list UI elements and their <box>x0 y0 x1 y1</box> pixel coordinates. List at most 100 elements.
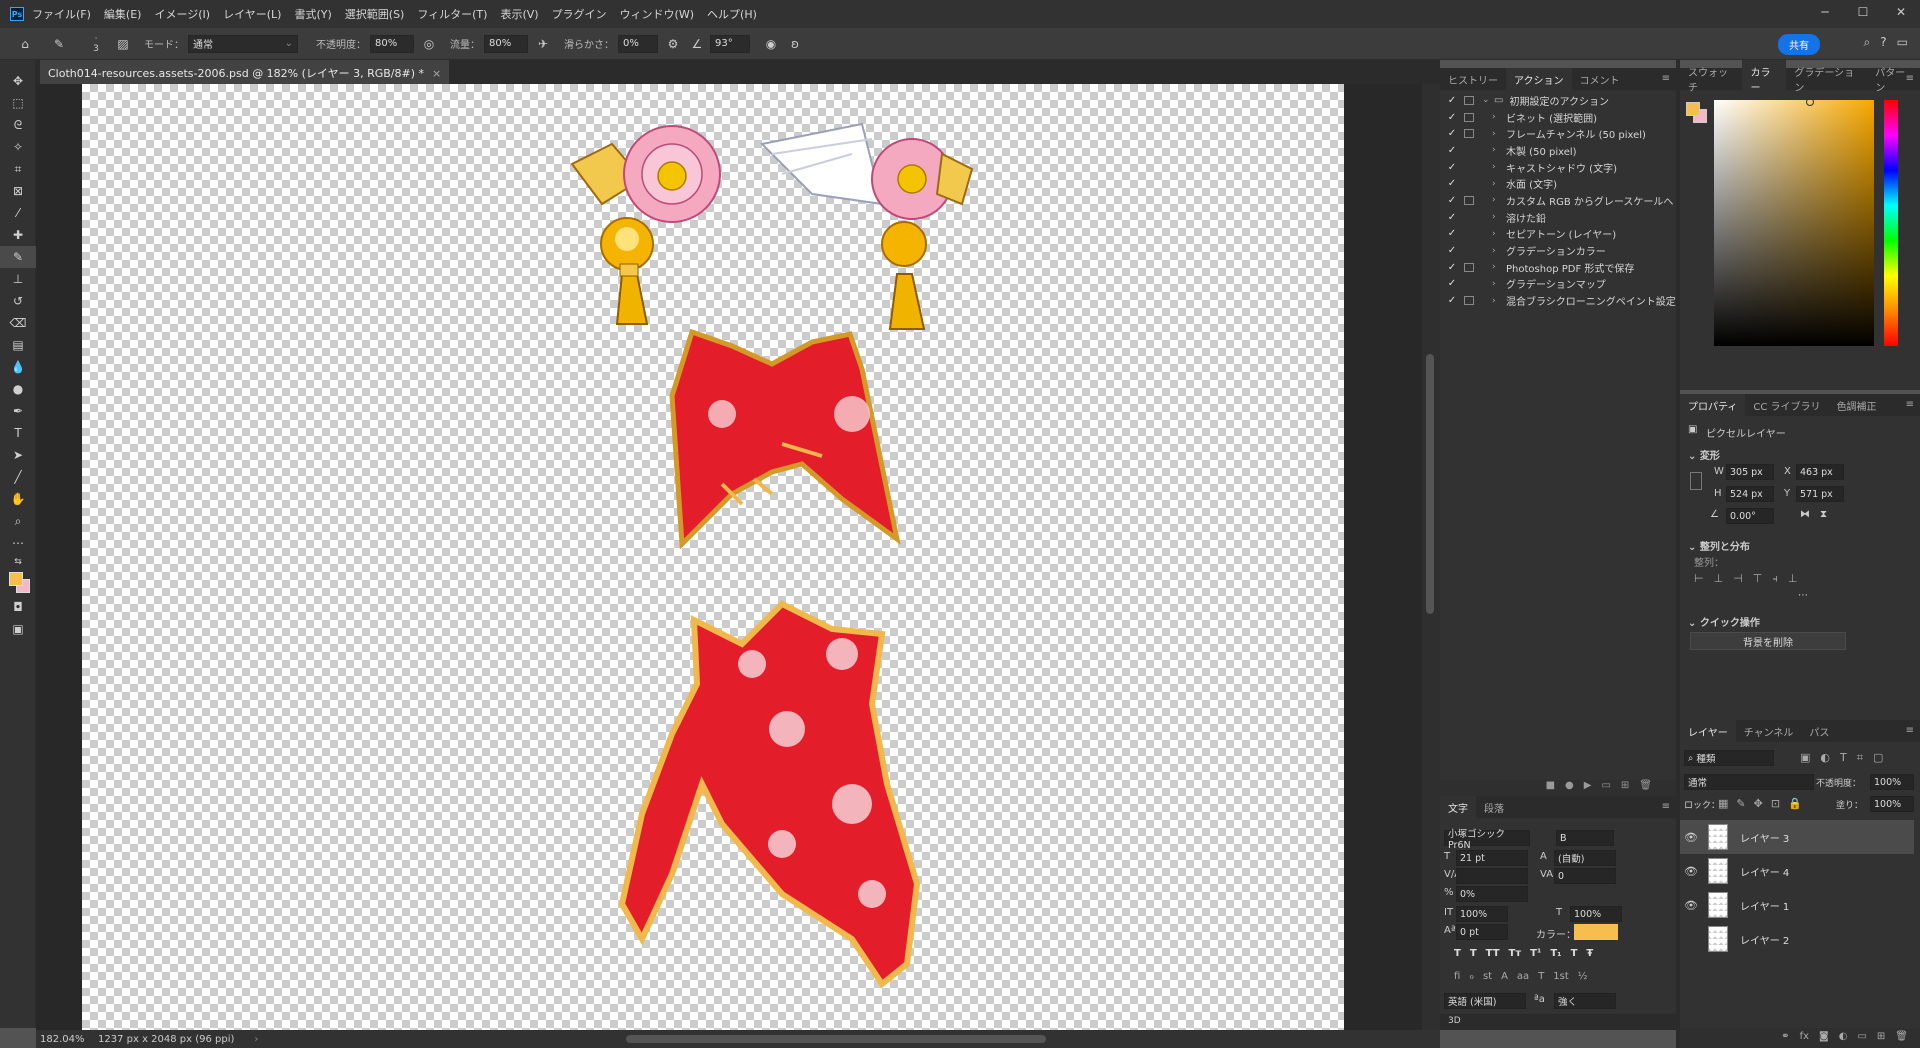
text-color-swatch[interactable] <box>1574 924 1618 940</box>
quick-actions-section-title[interactable]: ⌄ クイック操作 <box>1688 614 1760 629</box>
check-icon[interactable]: ✓ <box>1446 295 1458 306</box>
search-icon[interactable]: ⌕ <box>1864 35 1871 50</box>
layer-thumbnail[interactable] <box>1708 824 1728 850</box>
airbrush-icon[interactable]: ✈ <box>534 35 552 53</box>
dialog-toggle-icon[interactable] <box>1464 213 1474 222</box>
menu-item[interactable]: レイヤー(L) <box>223 6 281 22</box>
chevron-down-icon[interactable]: ⌄ <box>1482 95 1492 105</box>
status-arrow-icon[interactable]: › <box>254 1034 258 1045</box>
zoom-level[interactable]: 182.04% <box>40 1034 85 1045</box>
filter-smart-icon[interactable]: ▢ <box>1873 751 1883 765</box>
kerning-field[interactable] <box>1456 868 1528 884</box>
glyph-style-button[interactable]: T¹ <box>1530 948 1541 959</box>
layer-opacity-field[interactable]: 100% <box>1870 774 1914 790</box>
screen-mode-icon[interactable]: ▣ <box>0 618 36 640</box>
tab-swatches[interactable]: スウォッチ <box>1680 60 1742 98</box>
remove-background-button[interactable]: 背景を削除 <box>1690 632 1846 650</box>
type-icon[interactable]: T <box>0 422 36 444</box>
tab-actions[interactable]: アクション <box>1506 67 1572 91</box>
horizontal-scroll-thumb[interactable] <box>626 1035 1046 1043</box>
help-icon[interactable]: ? <box>1880 35 1886 50</box>
chevron-right-icon[interactable]: › <box>1492 145 1502 155</box>
baseline-shift-field[interactable]: 0 pt <box>1456 924 1508 940</box>
vertical-scale-field[interactable]: 100% <box>1456 906 1508 922</box>
symmetry-icon[interactable]: ʚ <box>786 35 804 53</box>
check-icon[interactable]: ✓ <box>1446 278 1458 289</box>
brush-angle-field[interactable]: 93° <box>710 34 750 53</box>
tab-color[interactable]: カラー <box>1742 60 1787 98</box>
history-brush-icon[interactable]: ↺ <box>0 290 36 312</box>
opentype-feature-button[interactable]: fi <box>1454 971 1460 982</box>
chevron-right-icon[interactable]: › <box>1492 262 1502 272</box>
lock-paint-icon[interactable]: ✎ <box>1736 797 1745 810</box>
check-icon[interactable]: ✓ <box>1446 228 1458 239</box>
opentype-feature-button[interactable]: 1st <box>1553 971 1569 982</box>
record-icon[interactable]: ● <box>1565 780 1574 796</box>
close-tab-icon[interactable]: × <box>432 67 441 80</box>
layer-thumbnail[interactable] <box>1708 858 1728 884</box>
rotation-field[interactable]: 0.00° <box>1726 508 1774 524</box>
menu-item[interactable]: 書式(Y) <box>294 6 331 22</box>
dialog-toggle-icon[interactable] <box>1464 146 1474 155</box>
menu-item[interactable]: 編集(E) <box>104 6 142 22</box>
dialog-toggle-icon[interactable] <box>1464 129 1474 139</box>
lock-artboard-icon[interactable]: ⊡ <box>1771 797 1780 810</box>
menu-item[interactable]: イメージ(I) <box>154 6 210 22</box>
panel-menu-icon[interactable]: ≡ <box>1662 73 1670 84</box>
chevron-right-icon[interactable]: › <box>1492 129 1502 139</box>
transform-section-title[interactable]: ⌄ 変形 <box>1688 447 1720 462</box>
lasso-icon[interactable]: ᘓ <box>0 114 36 136</box>
color-swatches[interactable] <box>0 570 36 596</box>
foreground-color-swatch[interactable] <box>9 572 23 586</box>
layer-row[interactable]: 👁 レイヤー 4 <box>1680 854 1914 888</box>
close-icon[interactable]: ✕ <box>1882 0 1920 24</box>
glyph-style-button[interactable]: Ŧ <box>1586 948 1593 959</box>
filter-adjustment-icon[interactable]: ◐ <box>1820 751 1830 765</box>
chevron-right-icon[interactable]: › <box>1492 212 1502 222</box>
layer-thumbnail[interactable] <box>1708 892 1728 918</box>
align-section-title[interactable]: ⌄ 整列と分布 <box>1688 538 1750 553</box>
action-item[interactable]: ✓ › カスタム RGB からグレースケールへ <box>1440 192 1676 209</box>
home-icon[interactable]: ⌂ <box>16 35 34 53</box>
menu-item[interactable]: プラグイン <box>552 6 607 22</box>
tab-paths[interactable]: パス <box>1801 720 1837 743</box>
stop-icon[interactable]: ■ <box>1546 780 1555 796</box>
panel-menu-icon[interactable]: ≡ <box>1906 73 1914 84</box>
opentype-feature-button[interactable]: ℴ <box>1469 971 1474 982</box>
hand-icon[interactable]: ✋ <box>0 488 36 510</box>
smoothing-field[interactable]: 0% <box>618 34 658 53</box>
layer-name[interactable]: レイヤー 1 <box>1740 898 1789 913</box>
hue-slider[interactable] <box>1884 100 1898 346</box>
dodge-icon[interactable]: ● <box>0 378 36 400</box>
glyph-style-button[interactable]: T <box>1571 948 1578 959</box>
panel-menu-icon[interactable]: ≡ <box>1662 801 1670 812</box>
vertical-scroll-thumb[interactable] <box>1426 354 1434 614</box>
brush-tool-icon[interactable]: ✎ <box>0 246 36 268</box>
marquee-icon[interactable]: ⬚ <box>0 92 36 114</box>
flip-vertical-icon[interactable]: ⧗ <box>1820 509 1827 520</box>
menu-item[interactable]: ファイル(F) <box>32 6 91 22</box>
chevron-right-icon[interactable]: › <box>1492 162 1502 172</box>
action-item[interactable]: ✓ › 木製 (50 pixel) <box>1440 142 1676 159</box>
panel-menu-icon[interactable]: ≡ <box>1906 399 1914 410</box>
group-icon[interactable]: ▭ <box>1857 1031 1866 1048</box>
menu-item[interactable]: 表示(V) <box>500 6 538 22</box>
opentype-feature-button[interactable]: T <box>1538 971 1544 982</box>
glyph-style-button[interactable]: TT <box>1486 948 1500 959</box>
trash-icon[interactable]: 🗑 <box>1639 780 1652 796</box>
chevron-right-icon[interactable]: › <box>1492 112 1502 122</box>
action-item[interactable]: ✓ › グラデーションマップ <box>1440 276 1676 293</box>
lock-transparency-icon[interactable]: ▦ <box>1718 797 1728 810</box>
tab-channels[interactable]: チャンネル <box>1736 720 1802 743</box>
dialog-toggle-icon[interactable] <box>1464 112 1474 122</box>
eye-icon[interactable]: 👁 <box>1680 831 1702 844</box>
chevron-right-icon[interactable]: › <box>1492 279 1502 289</box>
tsume-field[interactable]: 0% <box>1456 886 1528 902</box>
tracking-field[interactable]: 0 <box>1554 868 1616 884</box>
link-icon[interactable] <box>1690 472 1702 490</box>
tab-gradients[interactable]: グラデーション <box>1786 60 1867 98</box>
action-item[interactable]: ✓ › Photoshop PDF 形式で保存 <box>1440 259 1676 276</box>
document-tab[interactable]: Cloth014-resources.assets-2006.psd @ 182… <box>40 60 450 84</box>
blend-mode-select[interactable]: 通常 <box>1684 774 1814 790</box>
action-item[interactable]: ✓ › 溶けた鉛 <box>1440 209 1676 226</box>
